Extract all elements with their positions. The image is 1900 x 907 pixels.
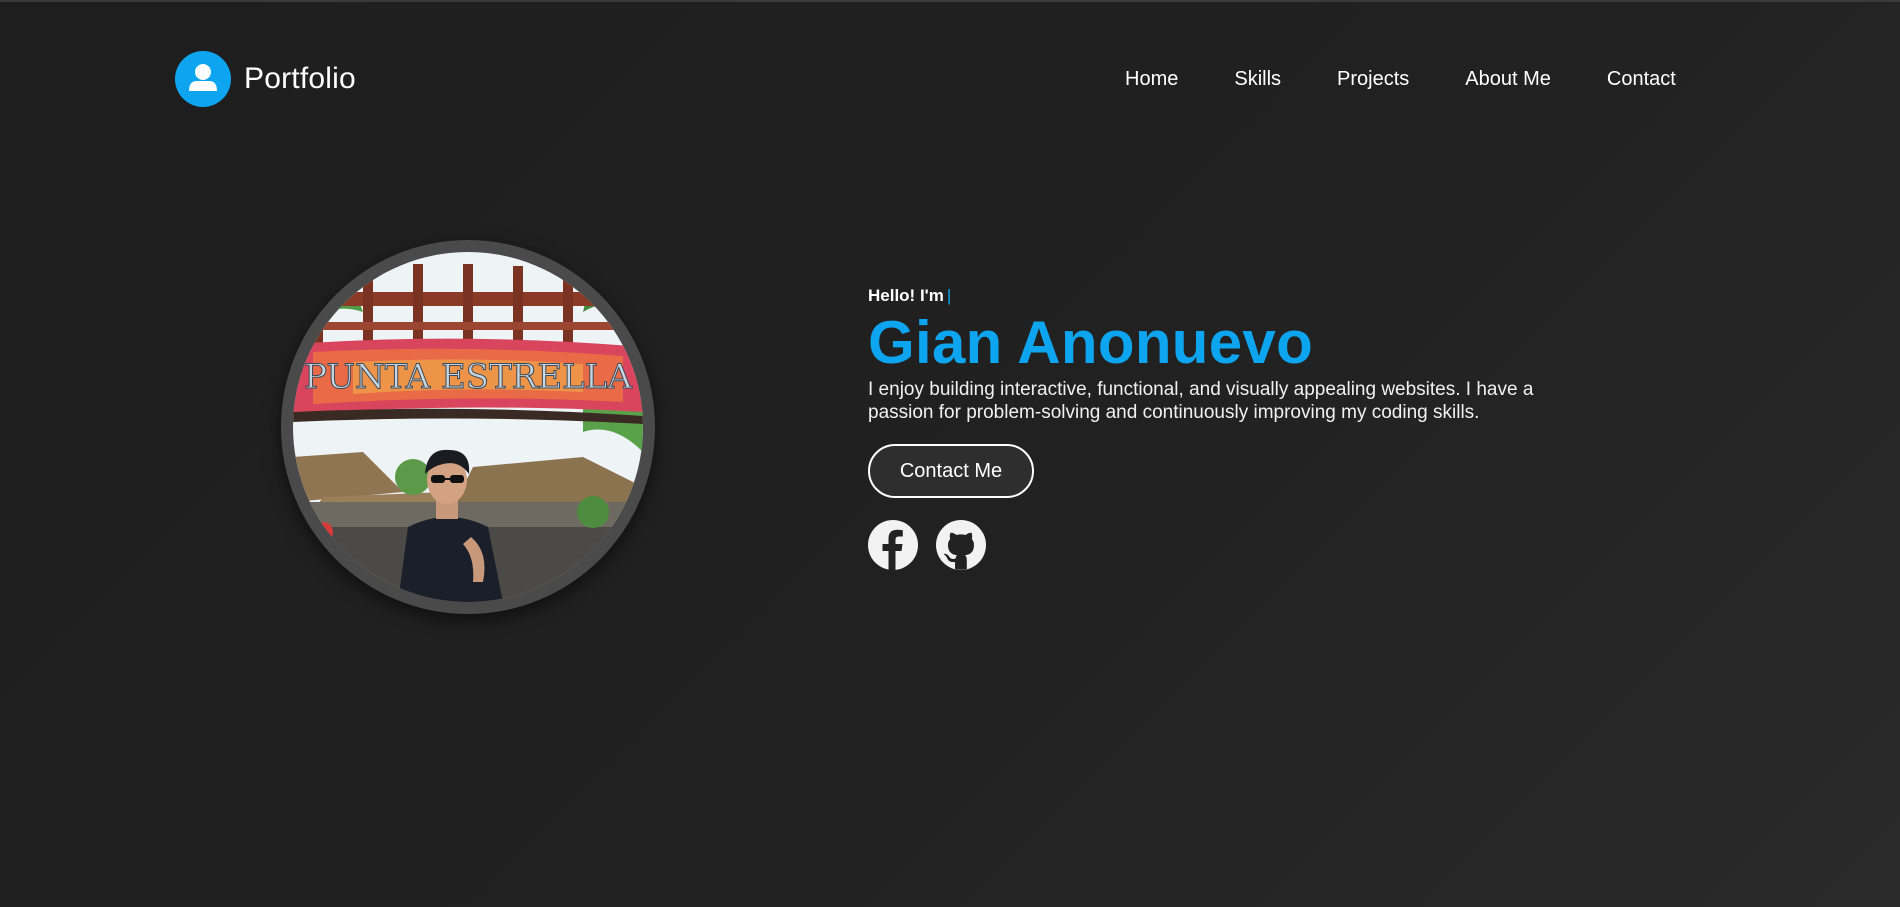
nav-link-about-me[interactable]: About Me bbox=[1465, 68, 1551, 91]
nav-menu: Home Skills Projects About Me Contact bbox=[1125, 68, 1676, 91]
user-icon bbox=[175, 51, 231, 107]
facebook-icon bbox=[868, 520, 918, 570]
typing-cursor: | bbox=[946, 286, 952, 305]
svg-text:PUNTA ESTRELLA: PUNTA ESTRELLA bbox=[304, 357, 632, 397]
brand-link[interactable]: Portfolio bbox=[175, 51, 356, 107]
brand-name: Portfolio bbox=[244, 62, 356, 95]
github-link[interactable] bbox=[936, 520, 986, 570]
greeting-text: Hello! I'm bbox=[868, 286, 944, 305]
navbar: Portfolio Home Skills Projects About Me … bbox=[0, 2, 1900, 158]
profile-photo-frame: PUNTA ESTRELLA bbox=[281, 240, 655, 614]
nav-link-contact[interactable]: Contact bbox=[1607, 68, 1676, 91]
github-icon bbox=[936, 520, 986, 570]
nav-link-projects[interactable]: Projects bbox=[1337, 68, 1409, 91]
contact-me-button[interactable]: Contact Me bbox=[868, 444, 1034, 498]
intro-block: Hello! I'm | Gian Anonuevo I enjoy buildi… bbox=[868, 285, 1628, 570]
facebook-link[interactable] bbox=[868, 520, 918, 570]
nav-link-skills[interactable]: Skills bbox=[1234, 68, 1281, 91]
greeting-line: Hello! I'm | bbox=[868, 285, 1628, 307]
nav-link-home[interactable]: Home bbox=[1125, 68, 1178, 91]
profile-photo: PUNTA ESTRELLA bbox=[293, 252, 643, 602]
hero-bio: I enjoy building interactive, functional… bbox=[868, 379, 1534, 423]
social-links bbox=[868, 520, 1628, 570]
hero-name: Gian Anonuevo bbox=[868, 309, 1314, 376]
